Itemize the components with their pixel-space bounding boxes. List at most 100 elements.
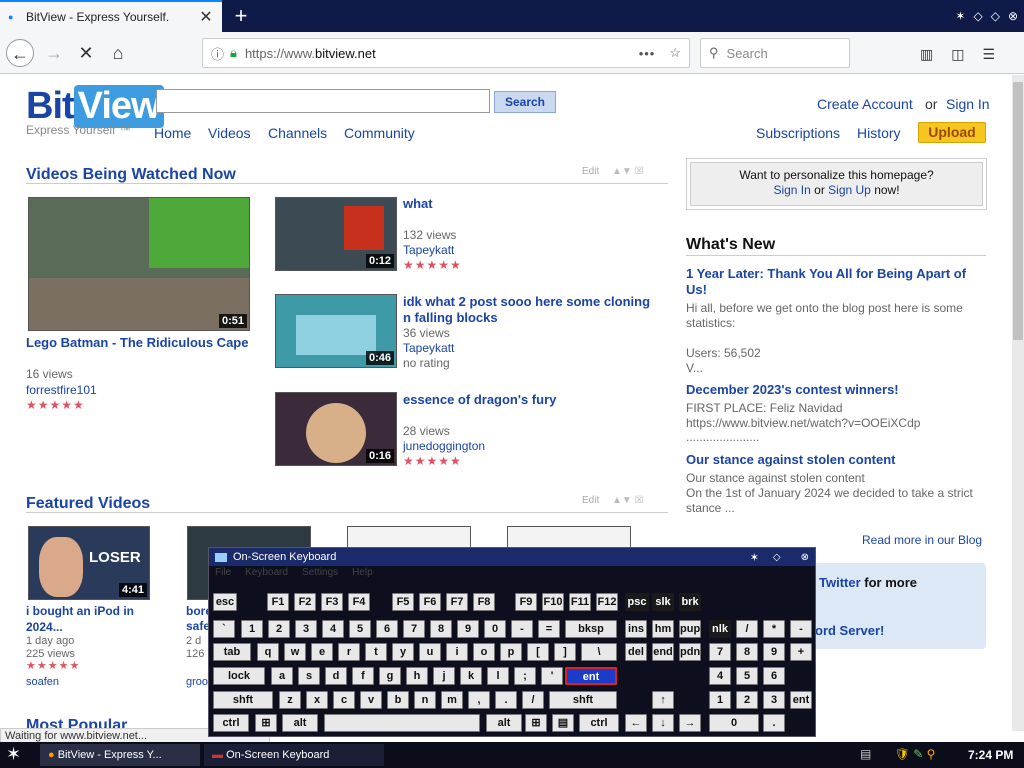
key[interactable]: - [790,620,812,638]
browser-tab[interactable]: ● BitView - Express Yourself. ✕ [0,0,222,32]
key[interactable]: 6 [376,620,398,638]
video-thumb[interactable]: 0:16 [275,392,397,466]
site-search-button[interactable]: Search [494,91,556,113]
blog-post-title[interactable]: Our stance against stolen content [686,452,896,468]
upload-button[interactable]: Upload [918,122,986,143]
video-title-2[interactable]: safe [186,618,210,634]
nav-home[interactable]: Home [154,125,191,141]
key[interactable]: i [446,643,468,661]
back-button[interactable]: ← [6,39,34,67]
home-icon[interactable]: ⌂ [104,39,132,67]
read-more-blog-link[interactable]: Read more in our Blog [862,533,982,547]
key[interactable]: 1 [709,691,731,709]
key[interactable]: s [298,667,320,685]
video-title[interactable]: idk what 2 post sooo here some cloning n… [403,294,659,326]
key[interactable]: F1 [267,593,289,611]
key[interactable]: 8 [430,620,452,638]
key[interactable]: 1 [241,620,263,638]
start-icon[interactable]: ✶ [6,744,21,765]
key[interactable]: → [679,714,701,732]
key[interactable]: psc [625,593,649,611]
key[interactable]: ↓ [652,714,674,732]
key[interactable]: v [360,691,382,709]
browser-search[interactable]: ⚲ Search [700,38,850,68]
key[interactable]: F6 [419,593,441,611]
key[interactable]: ⊞ [525,714,547,732]
key[interactable]: g [379,667,401,685]
url-text[interactable]: https://www.bitview.net [245,46,639,61]
personalize-sign-up[interactable]: Sign Up [828,183,871,197]
key[interactable]: F4 [348,593,370,611]
key[interactable]: t [365,643,387,661]
nav-community[interactable]: Community [344,125,415,141]
key[interactable]: . [495,691,517,709]
bitview-logo[interactable]: Bit View [26,85,164,128]
key[interactable]: ↑ [652,691,674,709]
key[interactable]: p [500,643,522,661]
page-actions-icon[interactable]: ••• [639,46,656,61]
minimize-icon[interactable]: ◇ [773,552,781,563]
video-user[interactable]: Tapeykatt [403,243,454,258]
key[interactable]: bksp [565,620,617,638]
site-search-input[interactable] [156,89,490,113]
key[interactable]: 7 [709,643,731,661]
menu-keyboard[interactable]: Keyboard [245,567,288,581]
sidebar-icon[interactable]: ◫ [951,46,964,63]
key[interactable]: esc [213,593,237,611]
key[interactable] [324,714,480,732]
edit-link[interactable]: Edit [582,166,599,177]
info-icon[interactable]: ⓘ [211,44,224,63]
star-icon[interactable]: ✶ [750,551,759,564]
key[interactable]: ⊞ [255,714,277,732]
new-tab-icon[interactable]: + [226,2,256,30]
twitter-link[interactable]: Twitter [819,575,861,590]
key[interactable]: 2 [268,620,290,638]
key[interactable]: o [473,643,495,661]
key[interactable]: = [538,620,560,638]
key[interactable]: j [433,667,455,685]
key[interactable]: del [625,643,647,661]
key[interactable]: . [763,714,785,732]
stop-icon[interactable]: ✕ [72,39,100,67]
menu-icon[interactable]: ☰ [982,46,995,63]
tray-icons[interactable]: ▤ 🛡︎ ✎ ⚲ [860,747,935,761]
key[interactable]: F8 [473,593,495,611]
close-window-icon[interactable]: ⊗ [1008,9,1018,23]
osk-titlebar[interactable]: On-Screen Keyboard ✶ ◇ ⊗ [209,548,815,566]
key[interactable]: y [392,643,414,661]
key[interactable]: c [333,691,355,709]
forward-button[interactable]: → [40,39,68,67]
key[interactable]: 2 [736,691,758,709]
key[interactable]: 9 [763,643,785,661]
nav-videos[interactable]: Videos [208,125,251,141]
key[interactable]: alt [282,714,318,732]
main-video-title[interactable]: Lego Batman - The Ridiculous Cape [26,335,248,351]
key[interactable]: F9 [515,593,537,611]
key[interactable]: tab [213,643,251,661]
key[interactable]: ← [625,714,647,732]
history-link[interactable]: History [857,125,901,141]
video-thumb[interactable]: 0:46 [275,294,397,368]
close-icon[interactable]: ⊗ [801,552,809,563]
key[interactable]: / [736,620,758,638]
key[interactable]: + [790,643,812,661]
key[interactable]: hm [652,620,674,638]
blog-post-title[interactable]: December 2023's contest winners! [686,382,899,398]
key[interactable]: ins [625,620,647,638]
key[interactable]: ` [213,620,235,638]
key[interactable]: q [257,643,279,661]
key[interactable]: pdn [679,643,701,661]
taskbar-item-browser[interactable]: ● BitView - Express Y... [40,744,200,766]
key[interactable]: ▤ [552,714,574,732]
key[interactable]: alt [486,714,522,732]
key[interactable]: / [522,691,544,709]
key[interactable]: e [311,643,333,661]
menu-settings[interactable]: Settings [302,567,338,581]
key[interactable]: ctrl [579,714,619,732]
key[interactable]: a [271,667,293,685]
key[interactable]: h [406,667,428,685]
key[interactable]: shft [213,691,273,709]
key[interactable]: 3 [295,620,317,638]
key[interactable]: F10 [542,593,564,611]
key[interactable]: f [352,667,374,685]
